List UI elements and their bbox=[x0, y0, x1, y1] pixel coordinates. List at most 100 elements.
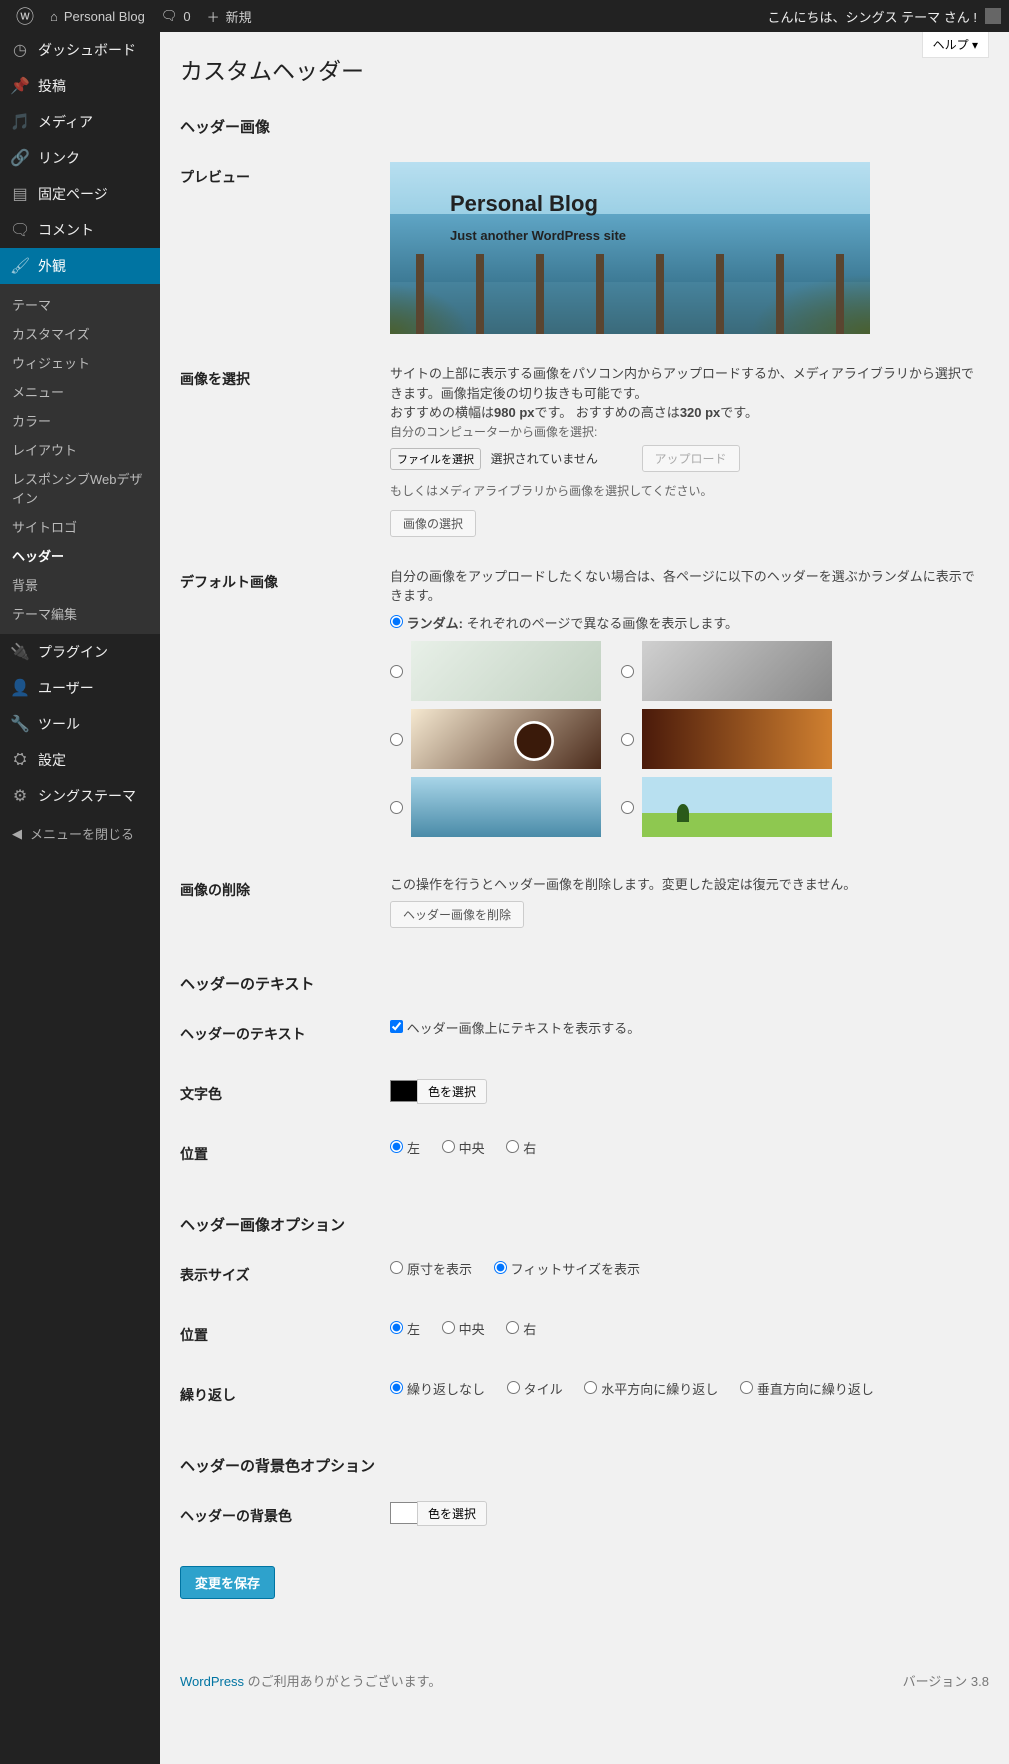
row-img-position-label: 位置 bbox=[180, 1305, 380, 1365]
comment-icon: 🗨 bbox=[10, 220, 30, 240]
help-tab[interactable]: ヘルプ ▾ bbox=[922, 32, 989, 58]
menu-links[interactable]: 🔗リンク bbox=[0, 140, 160, 176]
show-text-option[interactable]: ヘッダー画像上にテキストを表示する。 bbox=[390, 1021, 640, 1036]
brush-icon: 🖌 bbox=[10, 256, 30, 276]
section-header-image: ヘッダー画像 bbox=[180, 116, 989, 137]
appearance-submenu: テーマ カスタマイズ ウィジェット メニュー カラー レイアウト レスポンシブW… bbox=[0, 284, 160, 634]
imgpos-left[interactable]: 左 bbox=[390, 1322, 420, 1337]
submenu-themes[interactable]: テーマ bbox=[0, 290, 160, 319]
header-thumb-4[interactable] bbox=[642, 709, 832, 769]
file-status: 選択されていません bbox=[491, 452, 598, 466]
default-images-desc: 自分の画像をアップロードしたくない場合は、各ページに以下のヘッダーを選ぶかランダ… bbox=[390, 567, 979, 606]
new-label: 新規 bbox=[226, 7, 252, 26]
repeat-horiz[interactable]: 水平方向に繰り返し bbox=[584, 1382, 718, 1397]
menu-media[interactable]: 🎵メディア bbox=[0, 104, 160, 140]
main-content: ヘルプ ▾ カスタムヘッダー ヘッダー画像 プレビュー Personal Blo… bbox=[160, 32, 1009, 1764]
collapse-icon: ◀ bbox=[12, 826, 22, 842]
collapse-menu[interactable]: ◀メニューを閉じる bbox=[0, 814, 160, 853]
admin-toolbar: ⓦ ⌂ Personal Blog 🗨0 ＋新規 こんにちは、シングス テーマ さ… bbox=[0, 0, 1009, 32]
section-header-text: ヘッダーのテキスト bbox=[180, 973, 989, 994]
random-radio[interactable] bbox=[390, 615, 403, 628]
submenu-responsive[interactable]: レスポンシブWebデザイン bbox=[0, 464, 160, 512]
new-content-link[interactable]: ＋新規 bbox=[199, 0, 260, 32]
submenu-background[interactable]: 背景 bbox=[0, 570, 160, 599]
menu-posts[interactable]: 📌投稿 bbox=[0, 68, 160, 104]
select-image-desc1: サイトの上部に表示する画像をパソコン内からアップロードするか、メディアライブラリ… bbox=[390, 364, 979, 403]
submenu-layout[interactable]: レイアウト bbox=[0, 435, 160, 464]
menu-comments[interactable]: 🗨コメント bbox=[0, 212, 160, 248]
pos-left[interactable]: 左 bbox=[390, 1141, 420, 1156]
submenu-header[interactable]: ヘッダー bbox=[0, 541, 160, 570]
header-thumb-6-radio[interactable] bbox=[621, 801, 634, 814]
menu-pages[interactable]: ▤固定ページ bbox=[0, 176, 160, 212]
wordpress-link[interactable]: WordPress bbox=[180, 1674, 244, 1689]
upload-button[interactable]: アップロード bbox=[642, 445, 740, 472]
gear-icon: ⚙ bbox=[10, 786, 30, 806]
menu-appearance[interactable]: 🖌外観 bbox=[0, 248, 160, 284]
menu-plugins[interactable]: 🔌プラグイン bbox=[0, 634, 160, 670]
header-thumb-1[interactable] bbox=[411, 641, 601, 701]
repeat-none[interactable]: 繰り返しなし bbox=[390, 1382, 485, 1397]
save-button[interactable]: 変更を保存 bbox=[180, 1566, 275, 1599]
link-icon: 🔗 bbox=[10, 148, 30, 168]
greeting-text: こんにちは、シングス テーマ さん ! bbox=[768, 7, 977, 26]
repeat-vert[interactable]: 垂直方向に繰り返し bbox=[740, 1382, 874, 1397]
submenu-sitelogo[interactable]: サイトロゴ bbox=[0, 512, 160, 541]
menu-things-theme[interactable]: ⚙シングステーマ bbox=[0, 778, 160, 814]
size-fit[interactable]: フィットサイズを表示 bbox=[494, 1262, 640, 1277]
settings-icon: ⛭ bbox=[10, 751, 30, 769]
row-text-color-label: 文字色 bbox=[180, 1064, 380, 1124]
header-thumb-2[interactable] bbox=[642, 641, 832, 701]
imgpos-center[interactable]: 中央 bbox=[442, 1322, 485, 1337]
size-original[interactable]: 原寸を表示 bbox=[390, 1262, 472, 1277]
header-thumb-3[interactable] bbox=[411, 709, 601, 769]
header-thumb-6[interactable] bbox=[642, 777, 832, 837]
page-icon: ▤ bbox=[10, 184, 30, 204]
header-thumb-5-radio[interactable] bbox=[390, 801, 403, 814]
pin-icon: 📌 bbox=[10, 76, 30, 96]
version-text: バージョン 3.8 bbox=[903, 1671, 989, 1690]
show-text-checkbox[interactable] bbox=[390, 1020, 403, 1033]
comments-count: 0 bbox=[183, 9, 190, 24]
submenu-widgets[interactable]: ウィジェット bbox=[0, 348, 160, 377]
row-repeat-label: 繰り返し bbox=[180, 1365, 380, 1425]
site-name: Personal Blog bbox=[64, 9, 145, 24]
menu-settings[interactable]: ⛭設定 bbox=[0, 742, 160, 778]
bg-color-select-button[interactable]: 色を選択 bbox=[417, 1501, 487, 1526]
header-thumb-3-radio[interactable] bbox=[390, 733, 403, 746]
comments-link[interactable]: 🗨0 bbox=[153, 0, 199, 32]
select-image-desc2: おすすめの横幅は980 pxです。 おすすめの高さは320 pxです。 bbox=[390, 403, 979, 423]
wp-logo[interactable]: ⓦ bbox=[8, 0, 42, 32]
pos-right[interactable]: 右 bbox=[506, 1141, 536, 1156]
repeat-tile[interactable]: タイル bbox=[507, 1382, 563, 1397]
plugin-icon: 🔌 bbox=[10, 642, 30, 662]
avatar[interactable] bbox=[985, 8, 1001, 24]
submenu-editor[interactable]: テーマ編集 bbox=[0, 599, 160, 628]
pos-center[interactable]: 中央 bbox=[442, 1141, 485, 1156]
header-thumb-2-radio[interactable] bbox=[621, 665, 634, 678]
choose-file-button[interactable]: ファイルを選択 bbox=[390, 448, 481, 470]
choose-image-button[interactable]: 画像の選択 bbox=[390, 510, 476, 537]
menu-dashboard[interactable]: ◷ダッシュボード bbox=[0, 32, 160, 68]
imgpos-right[interactable]: 右 bbox=[506, 1322, 536, 1337]
submenu-color[interactable]: カラー bbox=[0, 406, 160, 435]
menu-tools[interactable]: 🔧ツール bbox=[0, 706, 160, 742]
remove-header-button[interactable]: ヘッダー画像を削除 bbox=[390, 901, 524, 928]
or-media-label: もしくはメディアライブラリから画像を選択してください。 bbox=[390, 482, 979, 500]
footer: WordPress のご利用ありがとうございます。 バージョン 3.8 bbox=[180, 1659, 989, 1702]
menu-users[interactable]: 👤ユーザー bbox=[0, 670, 160, 706]
text-color-select-button[interactable]: 色を選択 bbox=[417, 1079, 487, 1104]
random-option[interactable]: ランダム: それぞれのページで異なる画像を表示します。 bbox=[390, 616, 738, 631]
submenu-customize[interactable]: カスタマイズ bbox=[0, 319, 160, 348]
site-name-link[interactable]: ⌂ Personal Blog bbox=[42, 0, 153, 32]
header-thumb-1-radio[interactable] bbox=[390, 665, 403, 678]
row-select-image-label: 画像を選択 bbox=[180, 349, 380, 552]
header-thumb-4-radio[interactable] bbox=[621, 733, 634, 746]
row-display-size-label: 表示サイズ bbox=[180, 1245, 380, 1305]
submenu-menus[interactable]: メニュー bbox=[0, 377, 160, 406]
row-header-text-label: ヘッダーのテキスト bbox=[180, 1004, 380, 1064]
section-header-bg-option: ヘッダーの背景色オプション bbox=[180, 1455, 989, 1476]
dashboard-icon: ◷ bbox=[10, 40, 30, 60]
header-thumb-5[interactable] bbox=[411, 777, 601, 837]
home-icon: ⌂ bbox=[50, 9, 58, 24]
